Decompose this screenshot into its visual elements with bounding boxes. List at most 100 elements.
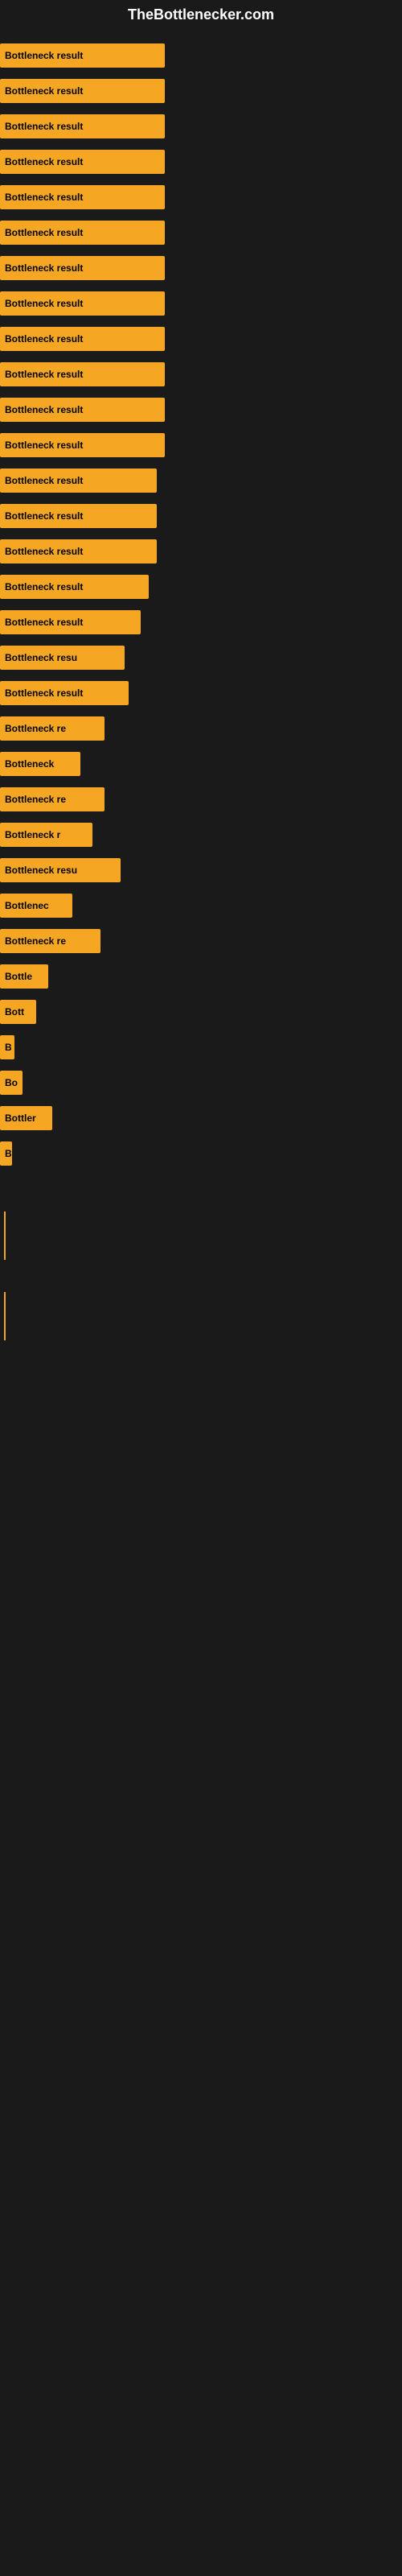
bar-label: Bottleneck resu bbox=[5, 865, 77, 876]
bottleneck-bar: Bottleneck bbox=[0, 752, 80, 776]
bar-row: Bottleneck result bbox=[0, 534, 402, 569]
bar-row: Bottleneck result bbox=[0, 427, 402, 463]
bar-label: Bottleneck result bbox=[5, 687, 83, 699]
bottleneck-bar: Bottleneck result bbox=[0, 256, 165, 280]
bar-label: Bottleneck bbox=[5, 758, 54, 770]
bar-label: Bottleneck result bbox=[5, 156, 83, 167]
bar-label: Bottleneck result bbox=[5, 262, 83, 274]
bottleneck-bar: Bottleneck re bbox=[0, 787, 105, 811]
bottleneck-bar: Bottleneck result bbox=[0, 362, 165, 386]
bar-label: Bottleneck result bbox=[5, 369, 83, 380]
bar-label: Bottleneck r bbox=[5, 829, 60, 840]
bar-label: B bbox=[5, 1042, 12, 1053]
bar-row: Bottleneck result bbox=[0, 38, 402, 73]
bar-row: Bottleneck result bbox=[0, 498, 402, 534]
bottleneck-bar: Bottler bbox=[0, 1106, 52, 1130]
bar-row: Bottleneck result bbox=[0, 180, 402, 215]
bar-row: Bottlenec bbox=[0, 888, 402, 923]
bar-label: Bottleneck resu bbox=[5, 652, 77, 663]
bar-label: Bottleneck re bbox=[5, 794, 66, 805]
bottleneck-bar: Bottleneck result bbox=[0, 539, 157, 564]
bar-row: Bottleneck result bbox=[0, 144, 402, 180]
bar-row: Bottleneck result bbox=[0, 321, 402, 357]
bottleneck-bar: Bottleneck result bbox=[0, 504, 157, 528]
bar-label: Bottleneck result bbox=[5, 227, 83, 238]
bar-row: Bo bbox=[0, 1065, 402, 1100]
bar-label: Bottleneck result bbox=[5, 333, 83, 345]
bottleneck-bar: Bo bbox=[0, 1071, 23, 1095]
bar-label: Bottleneck result bbox=[5, 50, 83, 61]
bottleneck-bar: Bottleneck result bbox=[0, 398, 165, 422]
bottleneck-bar: Bottleneck result bbox=[0, 327, 165, 351]
bottleneck-bar: Bottleneck r bbox=[0, 823, 92, 847]
bar-label: Bott bbox=[5, 1006, 24, 1018]
bar-label: Bottleneck result bbox=[5, 581, 83, 592]
bottleneck-bar: B bbox=[0, 1035, 14, 1059]
bars-container: Bottleneck result Bottleneck result Bottle… bbox=[0, 30, 402, 1179]
bar-row: Bottleneck result bbox=[0, 675, 402, 711]
bottleneck-bar: Bottleneck result bbox=[0, 114, 165, 138]
bottleneck-bar: Bottleneck result bbox=[0, 150, 165, 174]
bar-row: Bottleneck result bbox=[0, 215, 402, 250]
bar-row: Bott bbox=[0, 994, 402, 1030]
bar-label: Bottleneck result bbox=[5, 298, 83, 309]
bar-row: Bottleneck re bbox=[0, 711, 402, 746]
bar-row: Bottler bbox=[0, 1100, 402, 1136]
bottleneck-bar: Bottleneck result bbox=[0, 79, 165, 103]
bar-label: Bottleneck result bbox=[5, 475, 83, 486]
bottleneck-bar: Bott bbox=[0, 1000, 36, 1024]
bar-row: Bottle bbox=[0, 959, 402, 994]
vertical-line-2 bbox=[4, 1292, 6, 1340]
bottleneck-bar: Bottleneck result bbox=[0, 185, 165, 209]
bar-label: Bottleneck re bbox=[5, 723, 66, 734]
site-title: TheBottlenecker.com bbox=[0, 0, 402, 30]
bottleneck-bar: Bottleneck result bbox=[0, 575, 149, 599]
bar-row: Bottleneck result bbox=[0, 73, 402, 109]
vertical-line-1 bbox=[4, 1212, 6, 1260]
bar-label: Bottleneck result bbox=[5, 85, 83, 97]
bar-row: Bottleneck resu bbox=[0, 640, 402, 675]
bottleneck-bar: Bottleneck result bbox=[0, 43, 165, 68]
bar-row: Bottleneck re bbox=[0, 782, 402, 817]
bar-row: Bottleneck r bbox=[0, 817, 402, 852]
bottleneck-bar: Bottleneck re bbox=[0, 929, 100, 953]
bar-label: Bottlenec bbox=[5, 900, 49, 911]
bottleneck-bar: Bottleneck result bbox=[0, 291, 165, 316]
bar-row: Bottleneck result bbox=[0, 463, 402, 498]
bar-label: B bbox=[5, 1148, 12, 1159]
bottleneck-bar: Bottleneck result bbox=[0, 610, 141, 634]
bar-row: Bottleneck result bbox=[0, 357, 402, 392]
bar-label: Bo bbox=[5, 1077, 18, 1088]
bar-label: Bottleneck result bbox=[5, 121, 83, 132]
bottleneck-bar: Bottlenec bbox=[0, 894, 72, 918]
bottleneck-bar: Bottleneck result bbox=[0, 433, 165, 457]
bar-label: Bottleneck result bbox=[5, 192, 83, 203]
bottleneck-bar: Bottleneck re bbox=[0, 716, 105, 741]
bar-row: Bottleneck result bbox=[0, 250, 402, 286]
bar-row: Bottleneck result bbox=[0, 392, 402, 427]
bar-row: Bottleneck result bbox=[0, 109, 402, 144]
bar-label: Bottleneck result bbox=[5, 546, 83, 557]
bar-label: Bottleneck result bbox=[5, 510, 83, 522]
bar-label: Bottleneck result bbox=[5, 404, 83, 415]
bottleneck-bar: Bottleneck result bbox=[0, 469, 157, 493]
bottleneck-bar: Bottle bbox=[0, 964, 48, 989]
bar-row: B bbox=[0, 1136, 402, 1171]
bar-row: Bottleneck bbox=[0, 746, 402, 782]
bottleneck-bar: Bottleneck result bbox=[0, 221, 165, 245]
bar-row: B bbox=[0, 1030, 402, 1065]
bar-label: Bottleneck result bbox=[5, 617, 83, 628]
bottleneck-bar: Bottleneck result bbox=[0, 681, 129, 705]
bottleneck-bar: Bottleneck resu bbox=[0, 858, 121, 882]
bar-label: Bottle bbox=[5, 971, 32, 982]
bar-row: Bottleneck re bbox=[0, 923, 402, 959]
bar-row: Bottleneck resu bbox=[0, 852, 402, 888]
bar-row: Bottleneck result bbox=[0, 569, 402, 605]
bar-label: Bottler bbox=[5, 1113, 36, 1124]
bar-label: Bottleneck re bbox=[5, 935, 66, 947]
bottleneck-bar: B bbox=[0, 1141, 12, 1166]
title-text: TheBottlenecker.com bbox=[128, 6, 274, 23]
bar-label: Bottleneck result bbox=[5, 440, 83, 451]
bar-row: Bottleneck result bbox=[0, 605, 402, 640]
bar-row: Bottleneck result bbox=[0, 286, 402, 321]
